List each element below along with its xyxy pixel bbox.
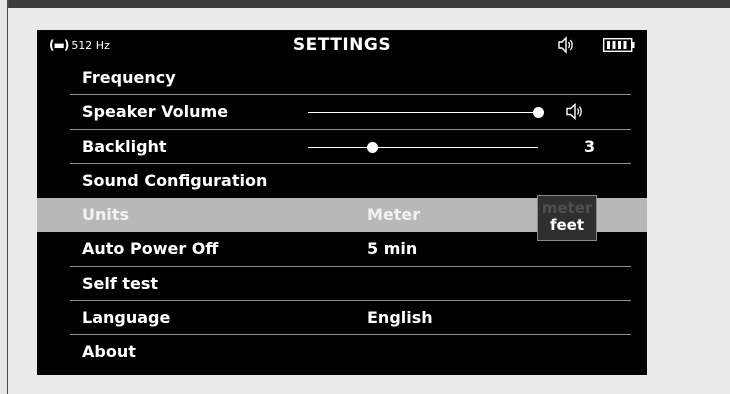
speaker-volume-slider[interactable] (308, 107, 544, 119)
slider-knob[interactable] (532, 107, 544, 119)
units-option-feet[interactable]: feet (538, 217, 596, 234)
battery-icon (603, 38, 635, 52)
menu-item-self-test[interactable]: Self test (37, 267, 647, 301)
units-dropdown[interactable]: meter feet (537, 195, 597, 241)
menu-item-about[interactable]: About (37, 335, 647, 369)
slider-knob[interactable] (366, 141, 378, 153)
speaker-icon (558, 36, 573, 54)
top-frame-bar (0, 0, 730, 8)
menu-item-frequency[interactable]: Frequency (37, 61, 647, 96)
menu-item-speaker-volume[interactable]: Speaker Volume (37, 95, 647, 130)
backlight-level-value: 3 (584, 136, 596, 156)
page-title: SETTINGS (292, 35, 392, 55)
menu-item-label: Self test (82, 273, 159, 293)
menu-item-sound-configuration[interactable]: Sound Configuration (37, 164, 647, 198)
menu-item-label: Backlight (82, 136, 167, 156)
menu-item-language[interactable]: Language English (37, 301, 647, 335)
menu-item-backlight[interactable]: Backlight 3 (37, 130, 647, 164)
menu-item-label: Sound Configuration (82, 170, 268, 190)
menu-item-label: About (82, 342, 136, 361)
auto-power-off-value: 5 min (367, 239, 418, 259)
menu-item-label: Speaker Volume (82, 102, 229, 122)
menu-item-label: Units (82, 205, 130, 224)
menu-item-label: Language (82, 307, 171, 327)
status-bar: (▬) 512 Hz SETTINGS (37, 30, 647, 61)
language-value: English (367, 307, 433, 327)
device-screen: (▬) 512 Hz SETTINGS Frequency Speaker Vo… (37, 30, 647, 375)
menu-item-label: Auto Power Off (82, 239, 219, 259)
menu-item-label: Frequency (82, 68, 176, 87)
units-value: Meter (367, 205, 421, 224)
backlight-slider[interactable] (308, 141, 538, 153)
speaker-icon (566, 103, 582, 121)
units-option-meter[interactable]: meter (538, 200, 596, 217)
